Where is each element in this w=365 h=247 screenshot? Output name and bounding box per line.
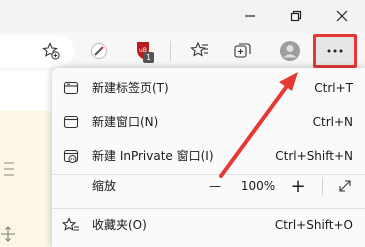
menu-item-new-tab[interactable]: 新建标签页(T) Ctrl+T <box>52 71 365 105</box>
page-side-panel <box>0 111 52 247</box>
close-window-button[interactable] <box>319 0 365 31</box>
extension-badge: 1 <box>143 52 154 63</box>
favorites-icon <box>190 41 208 57</box>
page-header-strip <box>0 71 52 112</box>
menu-item-new-window[interactable]: 新建窗口(N) Ctrl+N <box>52 105 365 139</box>
settings-and-more-button[interactable] <box>313 34 357 68</box>
title-bar <box>0 0 365 31</box>
toolbar-divider <box>170 41 171 61</box>
zoom-in-button[interactable]: + <box>283 169 313 203</box>
menu-item-shortcut: Ctrl+T <box>314 81 353 95</box>
pen-icon <box>91 43 107 59</box>
new-tab-icon <box>62 79 80 97</box>
close-icon <box>336 10 348 21</box>
move-icon <box>1 226 15 242</box>
collections-icon <box>234 43 251 58</box>
menu-item-favorites[interactable]: 收藏夹(O) Ctrl+Shift+O <box>52 208 365 242</box>
new-window-icon <box>62 113 80 131</box>
star-add-icon <box>42 42 60 60</box>
browser-toolbar: uB 1 <box>0 31 365 71</box>
menu-item-label: 新建 InPrivate 窗口(I) <box>92 149 214 163</box>
menu-item-new-inprivate[interactable]: 新建 InPrivate 窗口(I) Ctrl+Shift+N <box>52 139 365 173</box>
more-dots-icon <box>327 49 343 53</box>
extension-shield-button[interactable]: uB 1 <box>130 37 158 65</box>
menu-item-label: 新建标签页(T) <box>92 81 169 95</box>
restore-button[interactable] <box>273 0 319 31</box>
add-favorite-button[interactable] <box>37 37 65 65</box>
favorites-menu-icon <box>62 216 80 234</box>
list-icon <box>4 162 14 176</box>
inprivate-icon <box>62 147 80 165</box>
restore-icon <box>290 10 302 21</box>
menu-item-label: 收藏夹(O) <box>92 218 147 232</box>
zoom-label: 缩放 <box>92 179 117 193</box>
menu-item-shortcut: Ctrl+Shift+O <box>274 218 353 232</box>
zoom-divider <box>322 177 323 195</box>
menu-item-label: 新建窗口(N) <box>92 115 159 129</box>
settings-menu: 新建标签页(T) Ctrl+T 新建窗口(N) Ctrl+N 新建 InPriv… <box>52 68 365 247</box>
extension-pen-button[interactable] <box>85 37 113 65</box>
favorites-button[interactable] <box>186 37 214 65</box>
collections-button[interactable] <box>229 37 257 65</box>
fullscreen-icon <box>339 180 351 192</box>
menu-item-shortcut: Ctrl+N <box>312 115 353 129</box>
profile-button[interactable] <box>276 37 304 65</box>
minimize-icon <box>245 14 255 17</box>
zoom-out-button[interactable]: — <box>200 169 230 203</box>
zoom-level: 100% <box>240 179 276 193</box>
fullscreen-button[interactable] <box>330 169 360 203</box>
menu-item-shortcut: Ctrl+Shift+N <box>275 149 353 163</box>
minimize-button[interactable] <box>227 0 273 31</box>
menu-item-zoom: 缩放 — 100% + <box>52 169 365 203</box>
avatar-icon <box>280 41 300 61</box>
